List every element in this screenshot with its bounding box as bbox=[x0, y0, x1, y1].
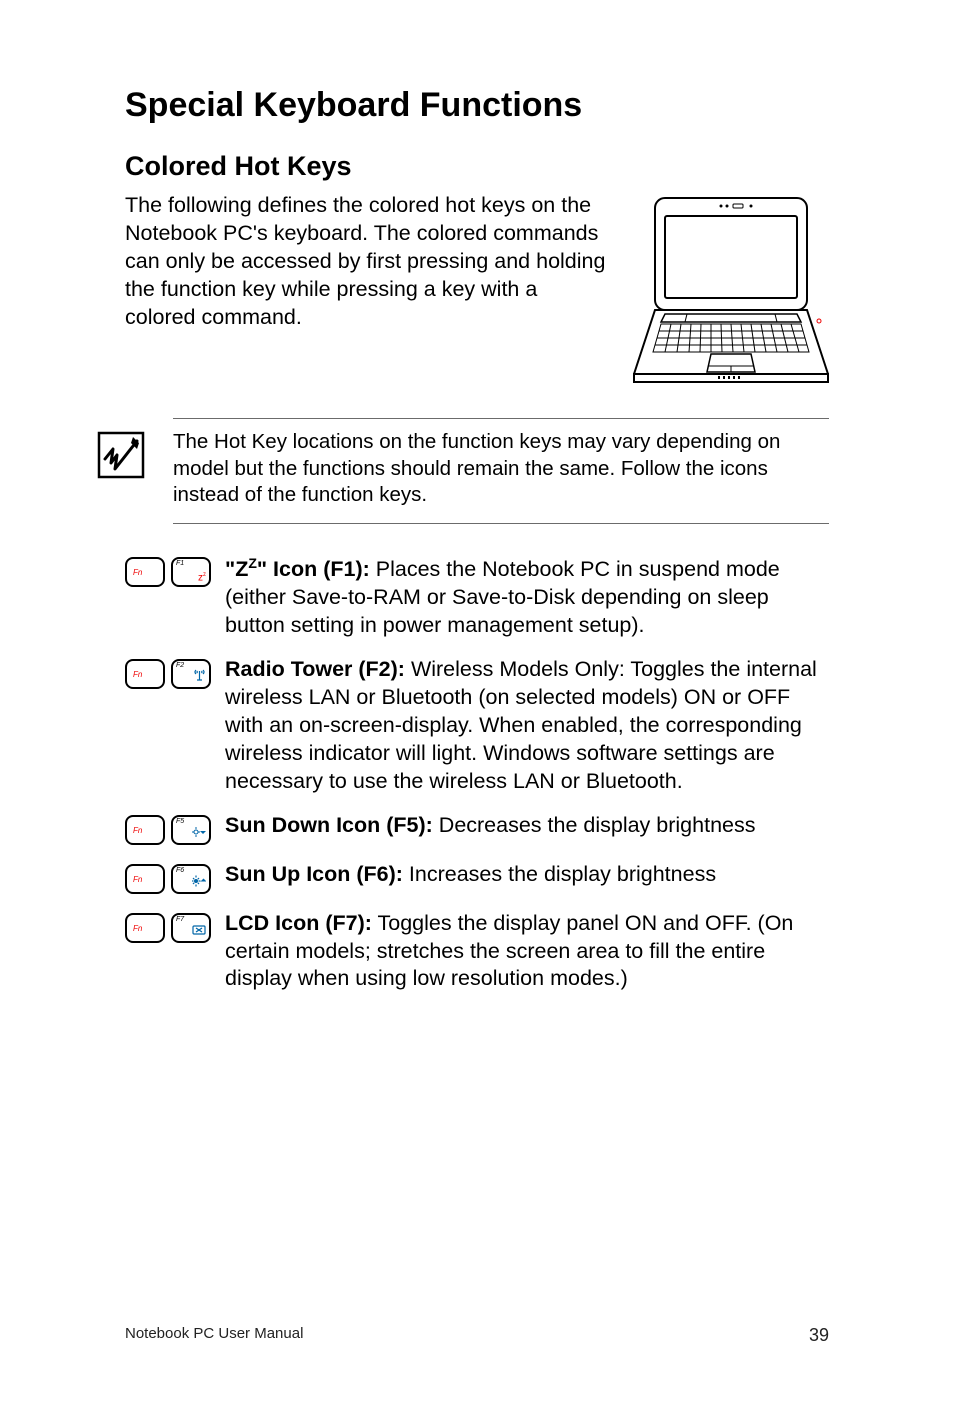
keycap-f7: F7 bbox=[171, 913, 211, 943]
intro-paragraph: The following defines the colored hot ke… bbox=[125, 192, 613, 386]
laptop-illustration bbox=[633, 196, 829, 386]
hotkey-f5-text: Sun Down Icon (F5): Decreases the displa… bbox=[225, 812, 755, 840]
footer-left: Notebook PC User Manual bbox=[125, 1325, 303, 1346]
keycap-fn: Fn bbox=[125, 557, 165, 587]
suspend-icon: zz bbox=[198, 572, 206, 583]
note-text: The Hot Key locations on the function ke… bbox=[173, 429, 829, 509]
section-heading: Colored Hot Keys bbox=[125, 151, 829, 182]
keycap-fn: Fn bbox=[125, 864, 165, 894]
keycap-pair-f2: Fn F2 bbox=[125, 659, 211, 689]
keycap-fn: Fn bbox=[125, 913, 165, 943]
hotkey-f1-text: "ZZ" Icon (F1): Places the Notebook PC i… bbox=[225, 554, 829, 640]
keycap-fn: Fn bbox=[125, 815, 165, 845]
keycap-f1: F1 zz bbox=[171, 557, 211, 587]
hotkey-f2-text: Radio Tower (F2): Wireless Models Only: … bbox=[225, 656, 829, 796]
hotkey-f7-text: LCD Icon (F7): Toggles the display panel… bbox=[225, 910, 829, 994]
hotkey-f6-text: Sun Up Icon (F6): Increases the display … bbox=[225, 861, 716, 889]
keycap-pair-f7: Fn F7 bbox=[125, 913, 211, 943]
keycap-f5: F5 bbox=[171, 815, 211, 845]
sun-down-icon bbox=[192, 826, 206, 841]
page-number: 39 bbox=[809, 1325, 829, 1346]
keycap-pair-f6: Fn F6 bbox=[125, 864, 211, 894]
radio-tower-icon bbox=[193, 669, 206, 685]
keycap-fn: Fn bbox=[125, 659, 165, 689]
page-title: Special Keyboard Functions bbox=[125, 86, 829, 125]
note-icon bbox=[97, 431, 145, 479]
keycap-pair-f1: Fn F1 zz bbox=[125, 557, 211, 587]
sun-up-icon bbox=[192, 875, 206, 890]
keycap-f2: F2 bbox=[171, 659, 211, 689]
keycap-pair-f5: Fn F5 bbox=[125, 815, 211, 845]
lcd-icon bbox=[192, 925, 206, 939]
keycap-f6: F6 bbox=[171, 864, 211, 894]
